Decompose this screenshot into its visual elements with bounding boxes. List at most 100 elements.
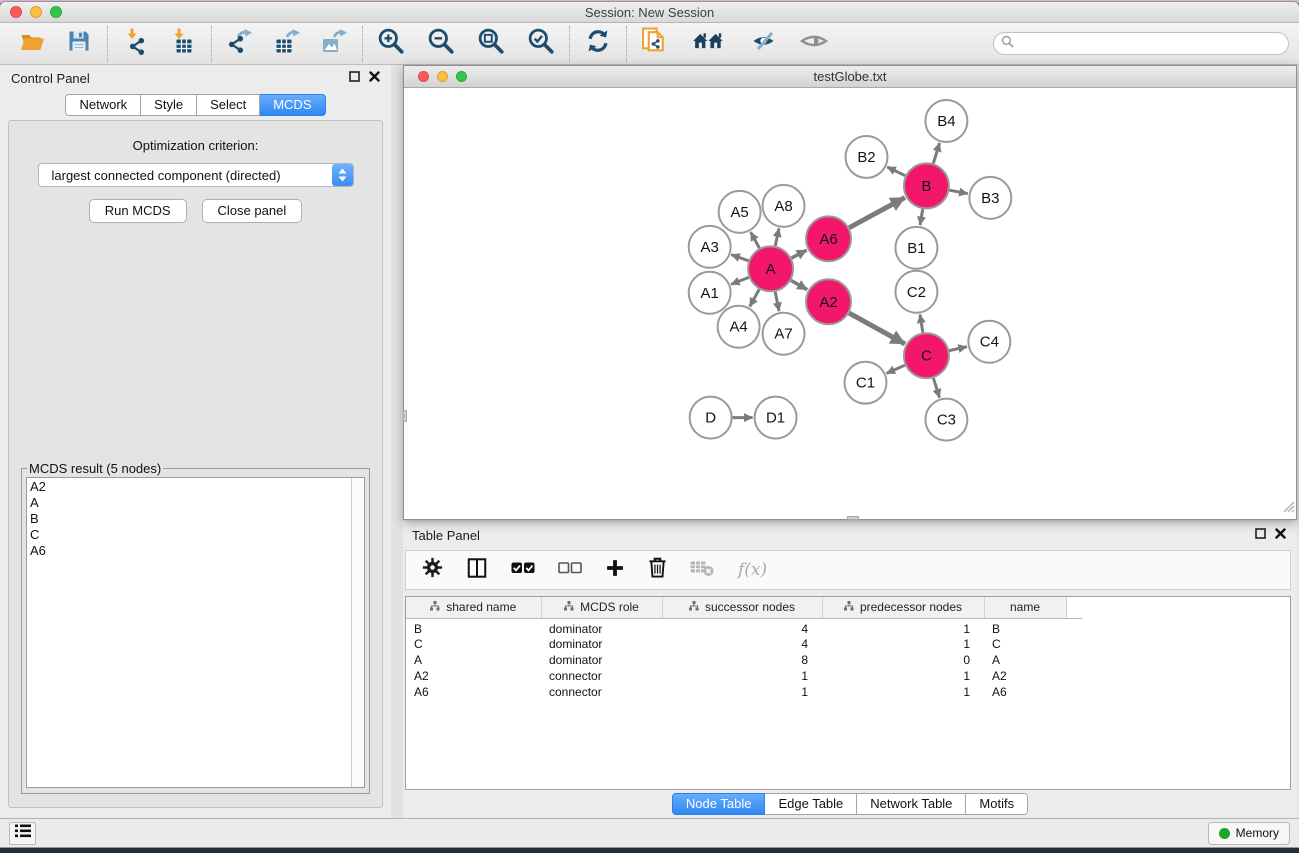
table-tab-motifs[interactable]: Motifs [966,793,1028,815]
edge-A-A7[interactable] [775,292,779,311]
edge-A-A5[interactable] [751,232,760,248]
cell[interactable]: 1 [822,668,984,684]
open-session-button[interactable] [17,29,47,59]
cell[interactable]: B [406,618,541,636]
graphics-details-button[interactable] [748,29,778,59]
node-A7[interactable]: A7 [763,313,805,355]
result-list-scrollbar[interactable] [351,478,364,787]
cell[interactable]: dominator [541,636,662,652]
mcds-result-list[interactable]: A2ABCA6 [26,477,365,788]
export-table-button[interactable] [272,29,302,59]
node-A[interactable]: A [748,246,793,291]
close-panel-icon[interactable] [369,69,380,87]
edge-C-C4[interactable] [949,347,967,351]
edge-A-A2[interactable] [791,280,807,289]
function-builder-button[interactable]: f(x) [738,560,767,580]
edge-A2-C[interactable] [849,313,905,344]
node-B2[interactable]: B2 [846,136,888,178]
zoom-window-button[interactable] [50,6,62,18]
cell[interactable]: A [406,652,541,668]
column-header-shared-name[interactable]: shared name [406,597,541,618]
edge-A-A6[interactable] [791,250,806,258]
table-settings-button[interactable] [422,557,443,583]
cell[interactable]: 1 [822,684,984,700]
edge-B-B3[interactable] [949,190,967,193]
node-A8[interactable]: A8 [763,185,805,227]
column-header-successor-nodes[interactable]: successor nodes [662,597,822,618]
memory-button[interactable]: Memory [1208,822,1290,845]
edge-A-A3[interactable] [731,255,748,261]
table-tab-network-table[interactable]: Network Table [857,793,966,815]
zoom-fit-button[interactable] [476,29,506,59]
table-row[interactable]: Cdominator41C [406,636,1082,652]
import-network-button[interactable] [121,29,151,59]
node-A1[interactable]: A1 [689,272,731,314]
edge-B-B1[interactable] [920,209,923,225]
node-B3[interactable]: B3 [969,177,1011,219]
float-table-panel-icon[interactable] [1255,526,1266,544]
resize-grip-icon[interactable] [1282,500,1295,518]
cell[interactable]: 1 [822,618,984,636]
tab-style[interactable]: Style [141,94,197,116]
node-A4[interactable]: A4 [718,306,760,348]
result-item-b[interactable]: B [30,511,350,527]
close-panel-button[interactable]: Close panel [202,199,303,223]
cell[interactable]: dominator [541,618,662,636]
node-C4[interactable]: C4 [968,321,1010,363]
table-tab-node-table[interactable]: Node Table [672,793,766,815]
apply-layout-button[interactable] [583,29,613,59]
node-A3[interactable]: A3 [689,226,731,268]
node-D1[interactable]: D1 [755,397,797,439]
network-window-titlebar[interactable]: testGlobe.txt [404,66,1296,88]
result-item-a2[interactable]: A2 [30,479,350,495]
edge-C-C2[interactable] [920,314,923,332]
node-C2[interactable]: C2 [895,271,937,313]
table-row[interactable]: A6connector11A6 [406,684,1082,700]
cell[interactable]: 0 [822,652,984,668]
close-window-button[interactable] [10,6,22,18]
home-view-button[interactable] [691,29,727,59]
zoom-out-button[interactable] [426,29,456,59]
delete-column-button[interactable] [648,557,667,583]
cell[interactable]: dominator [541,652,662,668]
result-item-a[interactable]: A [30,495,350,511]
search-field[interactable] [993,32,1289,55]
delete-table-button[interactable] [690,559,715,582]
deselect-all-button[interactable] [558,561,582,580]
save-session-button[interactable] [64,29,94,59]
new-network-from-selection-button[interactable] [640,29,670,59]
table-row[interactable]: Adominator80A [406,652,1082,668]
edge-A-A8[interactable] [775,228,779,245]
table-tab-edge-table[interactable]: Edge Table [765,793,857,815]
column-header-MCDS-role[interactable]: MCDS role [541,597,662,618]
tab-network[interactable]: Network [65,94,141,116]
node-C1[interactable]: C1 [845,362,887,404]
cell[interactable]: 1 [662,668,822,684]
cell[interactable]: A6 [984,684,1066,700]
edge-B-B2[interactable] [887,167,905,176]
cell[interactable]: A6 [406,684,541,700]
result-item-a6[interactable]: A6 [30,543,350,559]
search-input[interactable] [1019,35,1288,53]
splitter-handle-left[interactable] [403,410,407,422]
zoom-network-window-button[interactable] [456,71,467,82]
cell[interactable]: 8 [662,652,822,668]
table-row[interactable]: A2connector11A2 [406,668,1082,684]
node-C3[interactable]: C3 [925,399,967,441]
cell[interactable]: A [984,652,1066,668]
cell[interactable]: A2 [406,668,541,684]
column-header-name[interactable]: name [984,597,1066,618]
zoom-in-button[interactable] [376,29,406,59]
splitter-handle-bottom[interactable] [847,516,859,520]
show-columns-button[interactable] [466,557,488,584]
close-table-panel-icon[interactable] [1275,526,1286,544]
cell[interactable]: connector [541,668,662,684]
cell[interactable]: 1 [822,636,984,652]
minimize-window-button[interactable] [30,6,42,18]
node-A6[interactable]: A6 [806,216,851,261]
run-mcds-button[interactable]: Run MCDS [89,199,187,223]
tab-mcds[interactable]: MCDS [260,94,325,116]
node-B1[interactable]: B1 [895,227,937,269]
cell[interactable]: C [984,636,1066,652]
network-canvas[interactable]: B4B2BB3A5A8A6A3B1AA1C2A2A4A7C4CC1DD1C3 [404,88,1296,519]
